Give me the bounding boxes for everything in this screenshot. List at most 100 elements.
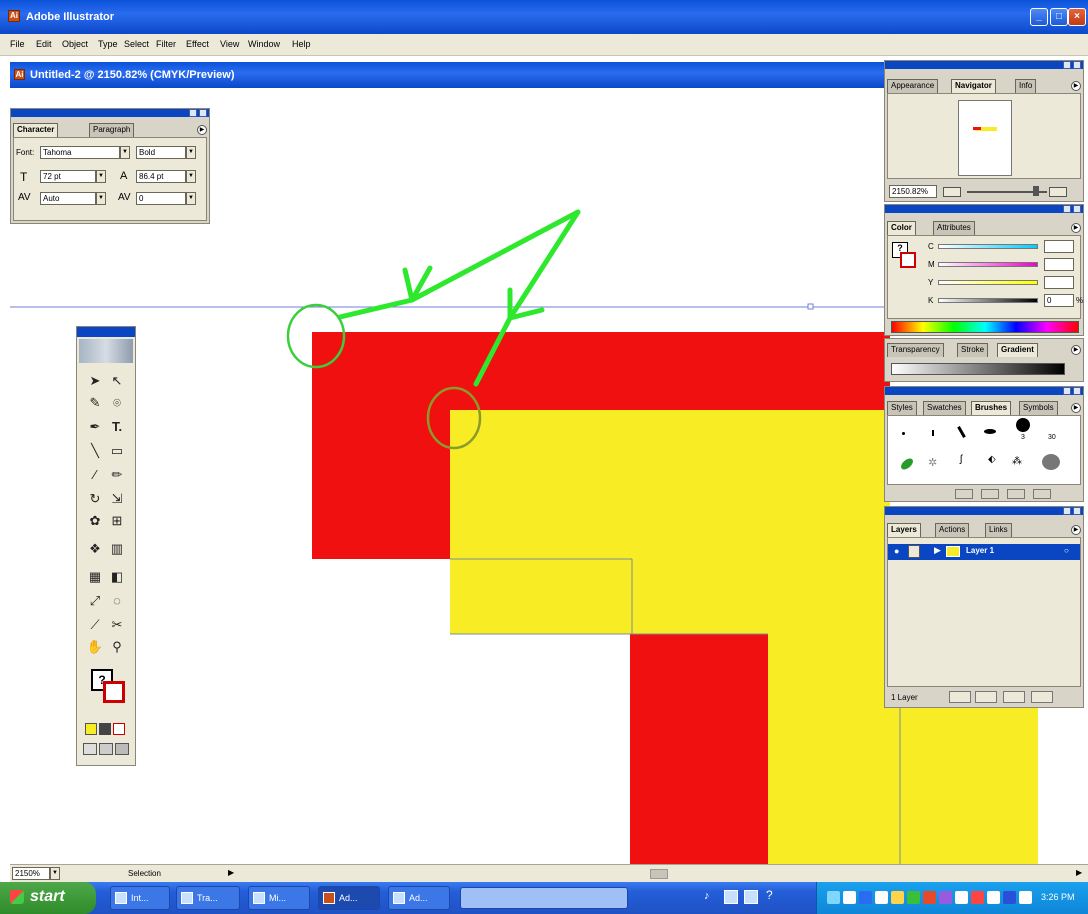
warp-tool-icon[interactable]: ✿: [85, 511, 105, 531]
blend-tool-icon[interactable]: ◌: [107, 591, 127, 611]
adobe-logo-icon[interactable]: [79, 339, 133, 363]
layer-name[interactable]: Layer 1: [966, 546, 994, 555]
help-icon[interactable]: ?: [766, 888, 776, 906]
taskbar-item-5[interactable]: Ad...: [388, 886, 450, 910]
screen-mode-menu-icon[interactable]: [99, 743, 113, 755]
layer-target-icon[interactable]: ○: [1064, 546, 1069, 555]
symbol-sprayer-tool-icon[interactable]: ❖: [85, 539, 105, 559]
menu-type[interactable]: Type: [98, 39, 118, 49]
kerning-input[interactable]: Auto: [40, 192, 96, 205]
palette-titlebar[interactable]: [885, 205, 1083, 213]
scroll-right-arrow[interactable]: ▶: [1076, 868, 1082, 877]
taskbar-item-2[interactable]: Tra...: [176, 886, 240, 910]
zoom-in-icon[interactable]: [1049, 187, 1067, 197]
brush-splatter-icon[interactable]: ⁂: [1012, 456, 1026, 468]
leading-input[interactable]: 86.4 pt: [136, 170, 186, 183]
tray-icon[interactable]: [827, 891, 840, 904]
eyedropper-tool-icon[interactable]: ⤢: [85, 591, 105, 611]
tab-attributes[interactable]: Attributes: [933, 221, 975, 235]
menu-edit[interactable]: Edit: [36, 39, 52, 49]
tray-icon[interactable]: [843, 891, 856, 904]
tray-icon[interactable]: [955, 891, 968, 904]
tray-icon[interactable]: [987, 891, 1000, 904]
leading-dropdown[interactable]: ▼: [186, 170, 196, 183]
palette-minimize-button[interactable]: [1063, 205, 1071, 213]
tab-swatches[interactable]: Swatches: [923, 401, 966, 415]
tab-transparency[interactable]: Transparency: [887, 343, 944, 357]
horizontal-scroll-thumb[interactable]: [650, 869, 668, 879]
channel-c-input[interactable]: [1044, 240, 1074, 253]
menu-view[interactable]: View: [220, 39, 239, 49]
slice-tool-icon[interactable]: ⟋: [85, 615, 105, 635]
new-layer-button[interactable]: [1003, 691, 1025, 703]
quicklaunch-icon[interactable]: [744, 890, 758, 904]
direct-selection-tool-icon[interactable]: ↖: [107, 371, 127, 391]
brush-oval-icon[interactable]: [984, 429, 996, 434]
minimize-button[interactable]: _: [1030, 8, 1048, 26]
zoom-slider-thumb[interactable]: [1033, 186, 1039, 196]
brush-options-button[interactable]: [955, 489, 973, 499]
channel-m-slider[interactable]: [938, 262, 1038, 267]
menu-select[interactable]: Select: [124, 39, 149, 49]
brush-tick-icon[interactable]: [932, 430, 934, 436]
font-size-input[interactable]: 72 pt: [40, 170, 96, 183]
rectangle-tool-icon[interactable]: ▭: [107, 441, 127, 461]
tab-stroke[interactable]: Stroke: [957, 343, 989, 357]
scissors-tool-icon[interactable]: ✂: [107, 615, 127, 635]
zoom-out-icon[interactable]: [943, 187, 961, 197]
anchor-point[interactable]: [807, 303, 814, 310]
tray-icon[interactable]: [939, 891, 952, 904]
tab-color[interactable]: Color: [887, 221, 916, 235]
palette-close-button[interactable]: [1073, 205, 1081, 213]
taskbar-item-3[interactable]: Mi...: [248, 886, 310, 910]
tab-brushes[interactable]: Brushes: [971, 401, 1012, 415]
tab-gradient[interactable]: Gradient: [997, 343, 1038, 357]
font-family-dropdown[interactable]: ▼: [120, 146, 130, 159]
tracking-dropdown[interactable]: ▼: [186, 192, 196, 205]
menu-file[interactable]: File: [10, 39, 25, 49]
free-transform-tool-icon[interactable]: ⊞: [107, 511, 127, 531]
expand-layer-icon[interactable]: ▶: [934, 545, 941, 556]
tab-actions[interactable]: Actions: [935, 523, 970, 537]
delete-layer-button[interactable]: [1031, 691, 1053, 703]
magic-wand-tool-icon[interactable]: ✎: [85, 393, 105, 413]
tab-character[interactable]: Character: [13, 123, 59, 137]
brush-art-icon[interactable]: ʃ: [960, 454, 966, 470]
eye-icon[interactable]: ●: [894, 546, 899, 556]
type-tool-icon[interactable]: T.: [107, 417, 127, 437]
navigator-thumbnail[interactable]: [958, 100, 1012, 176]
palette-minimize-button[interactable]: [1063, 61, 1071, 69]
pen-tool-icon[interactable]: ✒: [85, 417, 105, 437]
brush-new-button[interactable]: [1007, 489, 1025, 499]
rotate-tool-icon[interactable]: ↻: [85, 489, 105, 509]
palette-close-button[interactable]: [1073, 507, 1081, 515]
font-size-dropdown[interactable]: ▼: [96, 170, 106, 183]
palette-titlebar[interactable]: [885, 387, 1083, 395]
lasso-tool-icon[interactable]: ⌾: [107, 393, 127, 413]
screen-mode-standard-icon[interactable]: [83, 743, 97, 755]
media-player-toolbar[interactable]: [460, 887, 628, 909]
tray-icon[interactable]: [971, 891, 984, 904]
scale-tool-icon[interactable]: ⇲: [107, 489, 127, 509]
new-sublayer-button[interactable]: [975, 691, 997, 703]
brush-dot-small-icon[interactable]: [902, 432, 905, 435]
palette-titlebar[interactable]: [885, 61, 1083, 69]
palette-close-button[interactable]: [1073, 61, 1081, 69]
make-clipping-mask-button[interactable]: [949, 691, 971, 703]
audio-icon[interactable]: ♪: [704, 890, 718, 904]
none-mode-icon[interactable]: [113, 723, 125, 735]
color-spectrum-bar[interactable]: [891, 321, 1079, 333]
zoom-level-input[interactable]: 2150%: [12, 867, 50, 880]
palette-menu-arrow-icon[interactable]: ▶: [1071, 223, 1081, 233]
line-tool-icon[interactable]: ╲: [85, 441, 105, 461]
tray-icon[interactable]: [907, 891, 920, 904]
tab-links[interactable]: Links: [985, 523, 1012, 537]
paintbrush-tool-icon[interactable]: ⁄: [85, 465, 105, 485]
zoom-level-dropdown[interactable]: ▼: [50, 867, 60, 880]
gradient-tool-icon[interactable]: ◧: [107, 567, 127, 587]
channel-m-input[interactable]: [1044, 258, 1074, 271]
kerning-dropdown[interactable]: ▼: [96, 192, 106, 205]
toolbox-titlebar[interactable]: [77, 327, 135, 337]
brush-scatter-icon[interactable]: ✲: [928, 456, 942, 470]
palette-menu-arrow-icon[interactable]: ▶: [197, 125, 207, 135]
